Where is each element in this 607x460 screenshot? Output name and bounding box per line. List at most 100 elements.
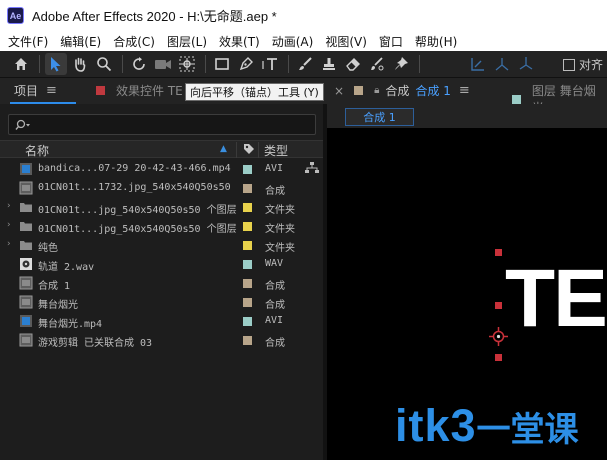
list-item[interactable]: 舞台烟光.mp4 AVI bbox=[0, 312, 323, 331]
selection-tool-button[interactable] bbox=[45, 53, 67, 75]
label-tag-icon[interactable] bbox=[243, 143, 255, 158]
item-label-swatch[interactable] bbox=[243, 260, 252, 269]
flowchart-icon[interactable] bbox=[305, 162, 319, 177]
list-item[interactable]: 游戏剪辑 已关联合成 03 合成 bbox=[0, 331, 323, 350]
title-bar: Ae Adobe After Effects 2020 - H:\无命题.aep… bbox=[0, 0, 607, 31]
list-item[interactable]: › 01CN01t...jpg_540x540Q50s50 个图层 文件夹 bbox=[0, 198, 323, 217]
menu-animation[interactable]: 动画(A) bbox=[272, 33, 314, 50]
hand-icon bbox=[75, 57, 86, 72]
lock-icon[interactable]: 🔒︎ bbox=[374, 85, 379, 96]
rectangle-tool-button[interactable] bbox=[211, 53, 233, 75]
composition-icon bbox=[19, 333, 33, 347]
rotation-tool-button[interactable] bbox=[128, 53, 150, 75]
menu-edit[interactable]: 编辑(E) bbox=[60, 33, 101, 50]
item-name: 纯色 bbox=[38, 243, 58, 254]
item-type: 文件夹 bbox=[265, 224, 295, 235]
list-item[interactable]: 轨道 2.wav WAV bbox=[0, 255, 323, 274]
anchor-point-icon[interactable] bbox=[489, 327, 508, 346]
tab-effect-controls[interactable]: 效果控件 TE bbox=[96, 82, 183, 99]
folder-icon bbox=[19, 200, 33, 214]
effects-label-swatch bbox=[96, 86, 105, 95]
eraser-tool-button[interactable] bbox=[342, 53, 364, 75]
item-label-swatch[interactable] bbox=[243, 336, 252, 345]
tab-composition-name[interactable]: 合成 1 bbox=[415, 82, 450, 99]
item-label-swatch[interactable] bbox=[243, 184, 252, 193]
hand-tool-button[interactable] bbox=[69, 53, 91, 75]
menu-help[interactable]: 帮助(H) bbox=[415, 33, 457, 50]
item-name: bandica...07-29 20-42-43-466.mp4 bbox=[38, 163, 231, 174]
pan-behind-tool-button[interactable] bbox=[176, 53, 198, 75]
menu-layer[interactable]: 图层(L) bbox=[167, 33, 207, 50]
list-item[interactable]: 01CN01t...1732.jpg_540x540Q50s50 合成 bbox=[0, 179, 323, 198]
pen-tool-button[interactable] bbox=[235, 53, 257, 75]
watermark: itk3一堂课 bbox=[395, 403, 579, 448]
video-file-icon bbox=[19, 162, 33, 176]
close-tab-icon[interactable]: × bbox=[334, 84, 344, 98]
roto-brush-tool-button[interactable] bbox=[366, 53, 388, 75]
list-item[interactable]: › 01CN01t...jpg_540x540Q50s50 个图层 文件夹 bbox=[0, 217, 323, 236]
rectangle-icon bbox=[215, 58, 229, 70]
menu-file[interactable]: 文件(F) bbox=[8, 33, 48, 50]
camera-tool-button[interactable] bbox=[152, 53, 174, 75]
toolbar-separator bbox=[205, 55, 206, 73]
viewer-text-layer[interactable]: TE bbox=[505, 258, 607, 340]
tab-composition[interactable]: × 🔒︎ 合成 合成 1 ≡ bbox=[334, 82, 470, 99]
item-label-swatch[interactable] bbox=[243, 241, 252, 250]
item-label-swatch[interactable] bbox=[243, 165, 252, 174]
column-divider bbox=[258, 142, 259, 158]
comp-label-swatch bbox=[354, 86, 364, 95]
item-name: 舞台烟光.mp4 bbox=[38, 319, 103, 330]
list-item[interactable]: bandica...07-29 20-42-43-466.mp4 AVI bbox=[0, 160, 323, 179]
column-name-header[interactable]: 名称 bbox=[25, 142, 49, 159]
panel-menu-icon[interactable]: ≡ bbox=[459, 83, 470, 98]
zoom-tool-button[interactable] bbox=[93, 53, 115, 75]
item-type: AVI bbox=[265, 315, 284, 326]
tab-composition-label: 合成 bbox=[385, 84, 410, 98]
panel-menu-icon[interactable]: ≡ bbox=[46, 83, 57, 98]
list-item[interactable]: › 纯色 文件夹 bbox=[0, 236, 323, 255]
layer-handle[interactable] bbox=[495, 302, 502, 309]
type-tool-button[interactable] bbox=[259, 53, 281, 75]
menu-view[interactable]: 视图(V) bbox=[325, 33, 367, 50]
puppet-tool-button[interactable] bbox=[390, 53, 412, 75]
pointer-arrow-icon bbox=[51, 57, 61, 72]
pen-icon bbox=[239, 57, 253, 71]
expand-chevron-icon[interactable]: › bbox=[6, 239, 11, 249]
layer-handle[interactable] bbox=[495, 249, 502, 256]
item-label-swatch[interactable] bbox=[243, 203, 252, 212]
toolbar-separator bbox=[288, 55, 289, 73]
item-label-swatch[interactable] bbox=[243, 317, 252, 326]
brush-icon bbox=[299, 57, 312, 70]
world-axis-button[interactable] bbox=[515, 53, 537, 75]
list-item[interactable]: 合成 1 合成 bbox=[0, 274, 323, 293]
project-search-input[interactable] bbox=[8, 114, 316, 135]
composition-icon bbox=[19, 276, 33, 290]
snapping-icon bbox=[471, 58, 484, 71]
item-type: 合成 bbox=[265, 281, 285, 292]
menu-effect[interactable]: 效果(T) bbox=[219, 33, 260, 50]
snapping-toggle-button[interactable] bbox=[467, 53, 489, 75]
brush-tool-button[interactable] bbox=[294, 53, 316, 75]
list-item[interactable]: 舞台烟光 合成 bbox=[0, 293, 323, 312]
tab-project[interactable]: 项目 ≡ bbox=[14, 82, 57, 99]
align-checkbox[interactable] bbox=[562, 58, 575, 71]
item-label-swatch[interactable] bbox=[243, 222, 252, 231]
layer-handle[interactable] bbox=[495, 354, 502, 361]
pan-behind-anchor-icon bbox=[179, 56, 195, 72]
comp-navigator-chip[interactable]: 合成 1 bbox=[345, 108, 414, 126]
sort-ascending-icon[interactable]: ▲ bbox=[220, 144, 227, 154]
menu-composition[interactable]: 合成(C) bbox=[113, 33, 155, 50]
item-label-swatch[interactable] bbox=[243, 298, 252, 307]
project-item-list: bandica...07-29 20-42-43-466.mp4 AVI 01C… bbox=[0, 160, 323, 350]
item-label-swatch[interactable] bbox=[243, 279, 252, 288]
column-type-header[interactable]: 类型 bbox=[264, 142, 288, 159]
axis-mode-button[interactable] bbox=[491, 53, 513, 75]
item-name: 合成 1 bbox=[38, 281, 71, 292]
align-toggle[interactable]: 对齐 bbox=[562, 56, 603, 73]
clone-stamp-tool-button[interactable] bbox=[318, 53, 340, 75]
item-type: 合成 bbox=[265, 186, 285, 197]
menu-window[interactable]: 窗口 bbox=[379, 33, 403, 50]
expand-chevron-icon[interactable]: › bbox=[6, 201, 11, 211]
home-button[interactable] bbox=[10, 53, 32, 75]
expand-chevron-icon[interactable]: › bbox=[6, 220, 11, 230]
